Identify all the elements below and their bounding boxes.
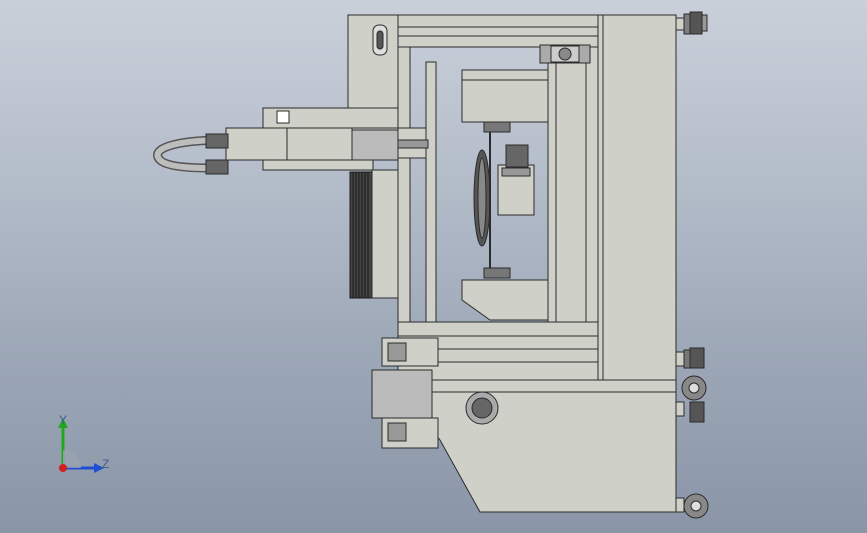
y-axis-label: Y — [59, 413, 68, 427]
caster-lower — [675, 493, 709, 519]
inner-post-right — [585, 46, 599, 338]
leveling-foot-top — [675, 11, 708, 35]
coordinate-triad: Y Z — [46, 412, 126, 482]
heatsink-fins — [349, 171, 373, 299]
inner-post-left — [397, 46, 411, 338]
machine-model-side-view[interactable] — [0, 0, 867, 533]
saw-blade — [473, 149, 491, 247]
upper-housing — [461, 69, 549, 123]
lower-housing — [461, 279, 549, 321]
caster-upper — [675, 347, 707, 423]
right-cabinet — [597, 14, 677, 381]
graphics-viewport[interactable]: Y Z — [0, 0, 867, 533]
z-axis-label: Z — [102, 457, 110, 471]
